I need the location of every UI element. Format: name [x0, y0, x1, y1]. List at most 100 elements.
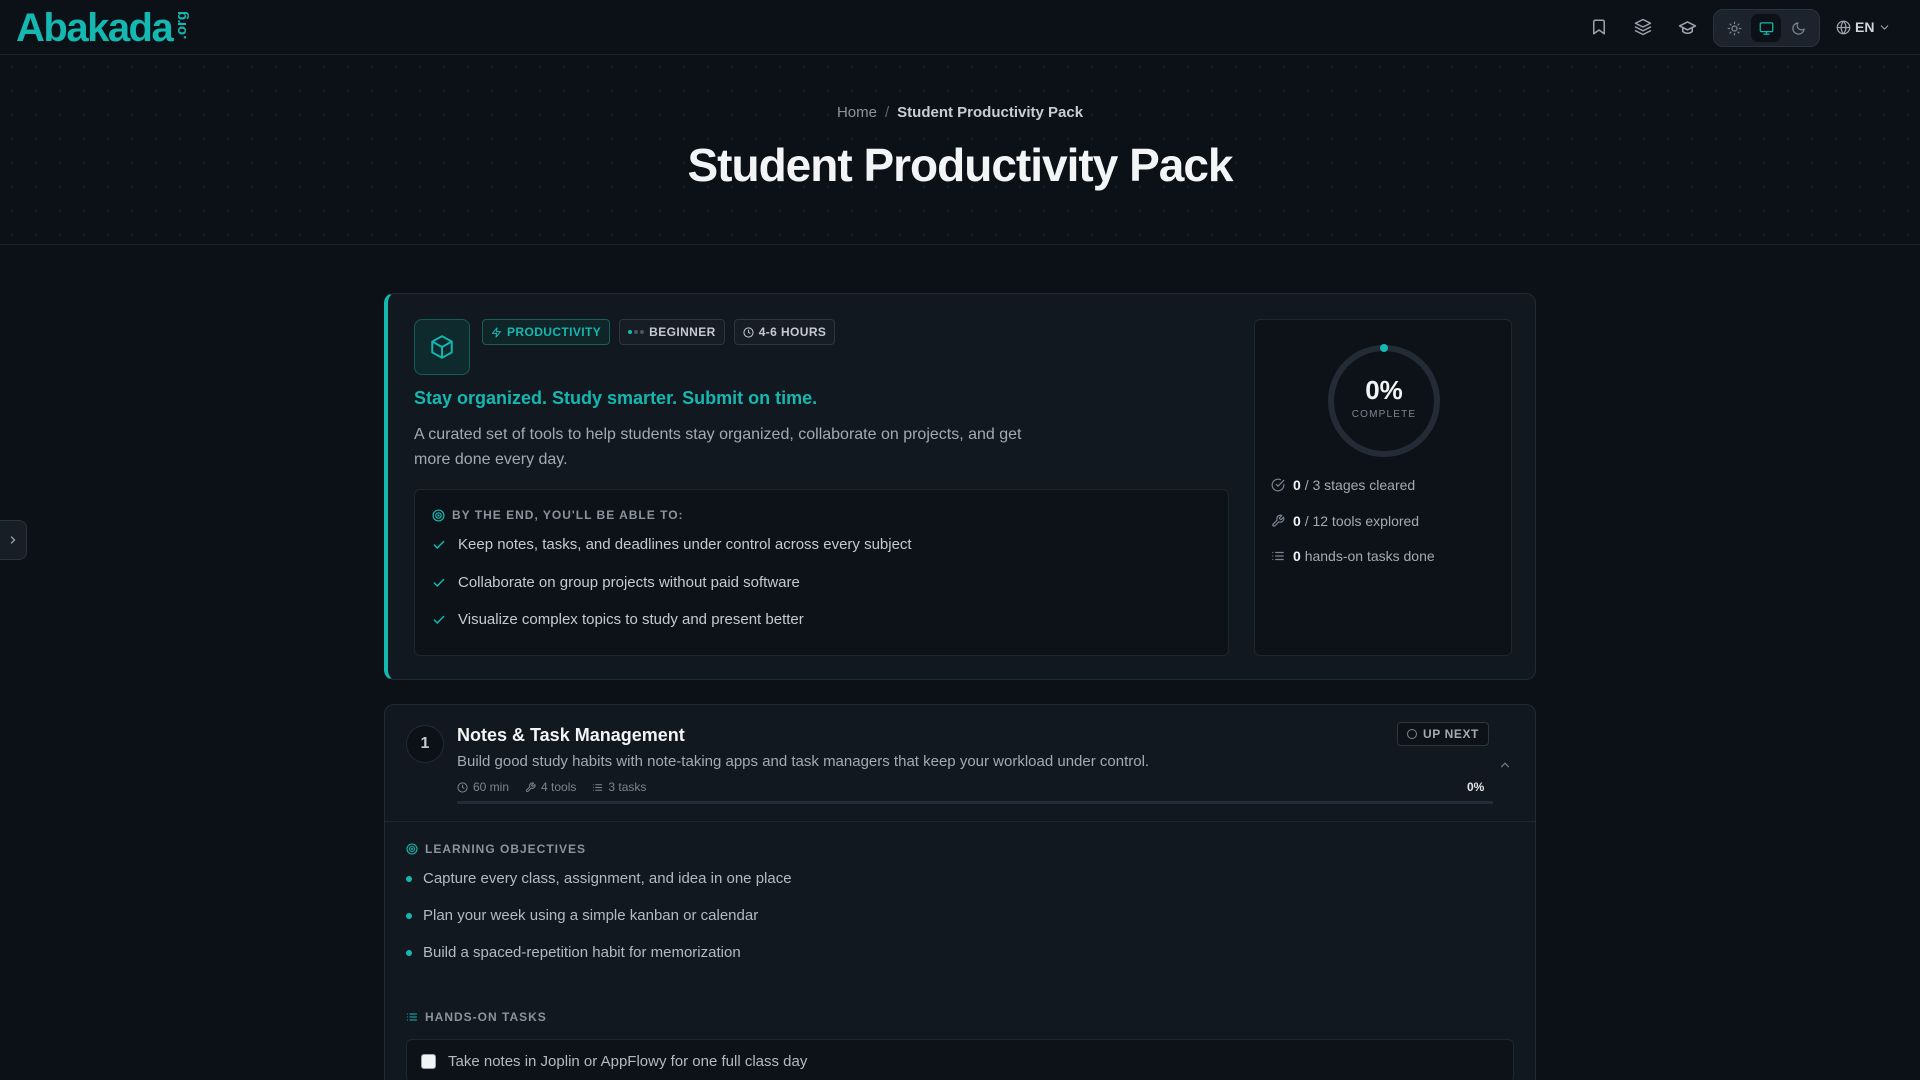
objective-item: Build a spaced-repetition habit for memo… [406, 944, 741, 961]
pack-description: A curated set of tools to help students … [414, 426, 1022, 468]
bookmark-icon[interactable] [1588, 16, 1610, 38]
outcome-text: Collaborate on group projects without pa… [458, 574, 800, 591]
bullet-icon [406, 875, 412, 882]
page-title: Student Productivity Pack [687, 139, 1233, 191]
stage-progress-bar [457, 801, 1493, 804]
stage-tasks-text: 3 tasks [608, 780, 647, 794]
theme-light-button[interactable] [1719, 14, 1749, 42]
clock-icon [457, 781, 468, 793]
theme-system-button[interactable] [1751, 14, 1782, 42]
chevron-right-icon [10, 536, 16, 544]
tasks-heading-text: HANDS-ON TASKS [425, 1010, 547, 1024]
breadcrumb-home-link[interactable]: Home [837, 104, 877, 121]
stage-header[interactable]: 1 Notes & Task Management Build good stu… [385, 705, 1535, 822]
tasks-count: 0 [1293, 548, 1301, 564]
outcomes-heading-text: BY THE END, YOU'LL BE ABLE TO: [452, 508, 684, 522]
monitor-icon [1759, 21, 1774, 35]
objective-item: Capture every class, assignment, and ide… [406, 870, 792, 887]
objective-item: Plan your week using a simple kanban or … [406, 907, 758, 924]
level-label: BEGINNER [649, 325, 716, 339]
outcome-item: Collaborate on group projects without pa… [432, 574, 800, 591]
pack-badges: PRODUCTIVITY BEGINNER 4-6 HOURS [482, 319, 836, 345]
duration-label: 4-6 HOURS [758, 325, 827, 339]
pack-tagline: Stay organized. Study smarter. Submit on… [414, 388, 818, 408]
pack-overview-card: PRODUCTIVITY BEGINNER 4-6 HOURS Stay org… [384, 293, 1536, 680]
stages-stat: 0 / 3 stages cleared [1271, 477, 1415, 493]
tools-text: / 12 tools explored [1304, 513, 1420, 529]
tasks-stat: 0 hands-on tasks done [1271, 548, 1435, 564]
stage-percent: 0% [1467, 780, 1485, 794]
stage-number: 1 [406, 725, 444, 763]
stage-tasks: 3 tasks [592, 780, 646, 794]
language-selector[interactable]: EN [1836, 16, 1891, 38]
task-checkbox[interactable] [421, 1053, 436, 1069]
breadcrumb: Home / Student Productivity Pack [0, 104, 1920, 121]
target-icon [406, 843, 418, 855]
task-text: Take notes in Joplin or AppFlowy for one… [448, 1052, 808, 1070]
outcomes-heading: BY THE END, YOU'LL BE ABLE TO: [432, 508, 684, 522]
objective-text: Plan your week using a simple kanban or … [423, 907, 759, 924]
outcome-text: Keep notes, tasks, and deadlines under c… [458, 536, 912, 553]
progress-percent: 0% [1365, 375, 1403, 405]
theme-dark-button[interactable] [1784, 14, 1814, 42]
wrench-icon [525, 781, 536, 792]
status-text: UP NEXT [1423, 727, 1479, 741]
outcome-text: Visualize complex topics to study and pr… [458, 611, 804, 628]
stage-description: Build good study habits with note-taking… [457, 753, 1150, 770]
breadcrumb-current: Student Productivity Pack [897, 104, 1084, 121]
stage-card: 1 Notes & Task Management Build good stu… [384, 704, 1536, 1080]
check-icon [433, 540, 445, 549]
breadcrumb-separator: / [884, 104, 890, 121]
theme-switcher [1713, 9, 1820, 47]
list-icon [1272, 551, 1284, 561]
objective-text: Capture every class, assignment, and ide… [423, 870, 792, 887]
bullet-icon [406, 949, 412, 956]
check-icon [433, 615, 445, 624]
graduation-cap-icon[interactable] [1676, 16, 1698, 38]
stage-title: Notes & Task Management [457, 725, 685, 745]
tasks-heading: HANDS-ON TASKS [406, 1010, 547, 1024]
hero-divider [0, 244, 1920, 245]
site-logo[interactable]: Abakada .org [16, 6, 191, 50]
bullet-icon [406, 912, 412, 919]
chevron-down-icon [1881, 24, 1889, 30]
stage-time-text: 60 min [473, 780, 510, 794]
progress-panel: 0% COMPLETE 0 / 3 stages cleared 0 / 12 … [1254, 319, 1512, 656]
stage-tools-text: 4 tools [541, 780, 577, 794]
circle-icon [1407, 729, 1417, 739]
logo-tld: .org [173, 11, 191, 40]
logo-wordmark: Abakada [16, 6, 174, 50]
check-icon [433, 578, 445, 587]
globe-icon [1836, 20, 1851, 34]
outcomes-box: BY THE END, YOU'LL BE ABLE TO: Keep note… [414, 489, 1229, 656]
outcome-item: Visualize complex topics to study and pr… [432, 611, 804, 628]
top-navigation-bar: Abakada .org EN [0, 0, 1920, 55]
duration-badge: 4-6 HOURS [733, 319, 836, 345]
list-icon [406, 1013, 418, 1021]
stage-time: 60 min [457, 780, 509, 794]
status-badge: UP NEXT [1397, 722, 1489, 746]
sun-icon [1727, 21, 1742, 35]
task-item[interactable]: Take notes in Joplin or AppFlowy for one… [406, 1039, 1514, 1080]
target-icon [432, 508, 445, 522]
outcome-item: Keep notes, tasks, and deadlines under c… [432, 536, 912, 553]
wrench-icon [1272, 514, 1285, 527]
list-icon [593, 783, 603, 791]
category-label: PRODUCTIVITY [507, 325, 602, 339]
level-dots-icon [628, 330, 645, 334]
objective-text: Build a spaced-repetition habit for memo… [423, 944, 741, 961]
tools-stat: 0 / 12 tools explored [1271, 513, 1419, 529]
language-label: EN [1855, 19, 1875, 35]
layers-icon[interactable] [1632, 16, 1654, 38]
tasks-text: hands-on tasks done [1304, 548, 1435, 564]
stage-meta: 60 min 4 tools 3 tasks [457, 780, 646, 794]
chevron-up-icon[interactable] [1498, 758, 1512, 772]
level-badge: BEGINNER [619, 319, 725, 345]
stages-text: / 3 stages cleared [1304, 477, 1416, 493]
category-badge: PRODUCTIVITY [482, 319, 611, 345]
sidebar-toggle-button[interactable] [0, 520, 27, 560]
objectives-heading: LEARNING OBJECTIVES [406, 842, 586, 856]
clock-icon [743, 326, 754, 338]
moon-icon [1792, 21, 1806, 35]
check-circle-icon [1271, 478, 1285, 492]
